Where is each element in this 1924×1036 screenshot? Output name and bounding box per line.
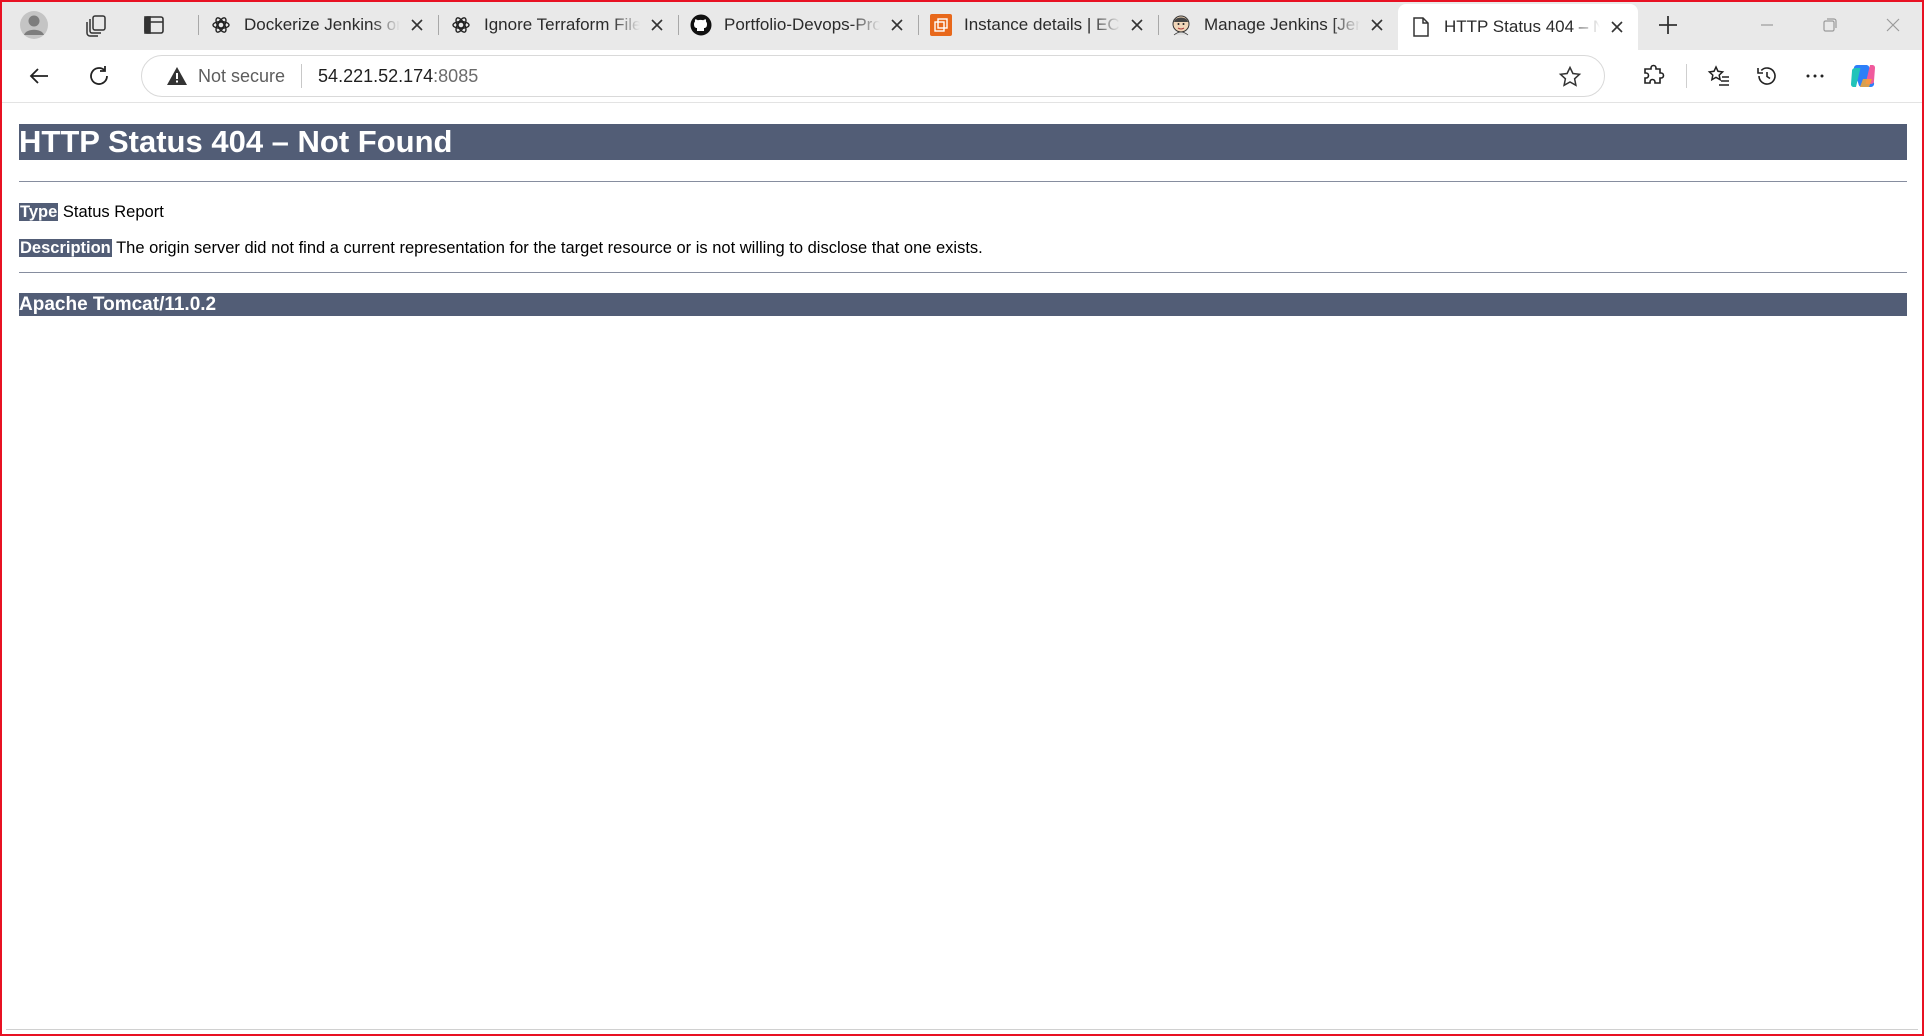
minimize-button[interactable]	[1735, 0, 1798, 50]
chatgpt-icon	[210, 14, 232, 36]
description-label: Description	[19, 239, 112, 257]
page-content: HTTP Status 404 – Not Found Type Status …	[19, 124, 1907, 316]
back-button[interactable]	[17, 54, 61, 98]
vertical-tabs-button[interactable]	[132, 5, 176, 45]
divider	[19, 181, 1907, 182]
divider	[19, 272, 1907, 273]
divider	[301, 64, 303, 88]
chatgpt-icon	[450, 14, 472, 36]
type-row: Type Status Report	[19, 202, 1907, 222]
tab-http-status-404[interactable]: HTTP Status 404 – Nc	[1398, 4, 1638, 50]
profile-icon	[20, 11, 48, 39]
tab-manage-jenkins[interactable]: Manage Jenkins [Jenk	[1158, 5, 1398, 45]
warning-icon[interactable]	[166, 65, 188, 87]
close-icon[interactable]	[646, 14, 668, 36]
close-icon	[1886, 18, 1899, 32]
toolbar-divider	[0, 102, 1924, 103]
close-icon[interactable]	[1126, 14, 1148, 36]
favorite-star-icon[interactable]	[1558, 65, 1582, 89]
puzzle-icon	[1644, 64, 1665, 84]
history-icon	[1757, 67, 1776, 85]
close-icon[interactable]	[1606, 16, 1628, 38]
workspaces-icon	[86, 15, 106, 37]
favorites-button[interactable]	[1695, 54, 1743, 98]
workspaces-button[interactable]	[74, 5, 118, 45]
address-bar[interactable]: Not secure 54.221.52.174:8085	[141, 55, 1605, 97]
divider	[1686, 64, 1687, 88]
refresh-button[interactable]	[77, 54, 121, 98]
close-icon[interactable]	[406, 14, 428, 36]
url-host: 54.221.52.174	[318, 65, 434, 86]
navigation-toolbar: Not secure 54.221.52.174:8085	[0, 50, 1924, 102]
copilot-button[interactable]	[1839, 54, 1887, 98]
profile-button[interactable]	[12, 5, 56, 45]
security-status[interactable]: Not secure	[198, 66, 285, 87]
page-bottom-border	[6, 1029, 1918, 1030]
browser-tools	[1630, 50, 1887, 102]
page-title: HTTP Status 404 – Not Found	[19, 124, 1907, 160]
type-value: Status Report	[62, 203, 164, 221]
restore-icon	[1822, 18, 1837, 32]
type-label: Type	[19, 203, 59, 221]
tab-title: Manage Jenkins [Jenk	[1204, 15, 1360, 34]
tab-title: Ignore Terraform Files	[484, 15, 640, 34]
refresh-icon	[90, 66, 108, 85]
close-window-button[interactable]	[1861, 0, 1924, 50]
copilot-icon	[1851, 65, 1875, 87]
close-icon[interactable]	[886, 14, 908, 36]
tab-instance-details[interactable]: Instance details | EC2	[918, 5, 1158, 45]
description-value: The origin server did not find a current…	[116, 239, 983, 257]
tab-portfolio-devops[interactable]: Portfolio-Devops-Pro	[678, 5, 918, 45]
plus-icon	[1659, 16, 1677, 34]
tab-title: Dockerize Jenkins on	[244, 15, 400, 34]
url-text[interactable]: 54.221.52.174:8085	[318, 66, 478, 87]
close-icon[interactable]	[1366, 14, 1388, 36]
jenkins-icon	[1170, 14, 1192, 36]
tab-dockerize-jenkins[interactable]: Dockerize Jenkins on	[198, 5, 438, 45]
minimize-icon	[1760, 24, 1773, 26]
tab-title: Instance details | EC2	[964, 15, 1120, 34]
back-arrow-icon	[29, 68, 48, 84]
aws-ec2-icon	[930, 14, 952, 36]
server-footer: Apache Tomcat/11.0.2	[19, 293, 1907, 316]
tab-strip: Dockerize Jenkins on Ignore Terraform Fi…	[0, 0, 1924, 50]
vertical-tabs-icon	[144, 16, 164, 34]
tab-title: HTTP Status 404 – Nc	[1444, 17, 1600, 36]
url-port: :8085	[433, 65, 479, 86]
history-button[interactable]	[1743, 54, 1791, 98]
restore-button[interactable]	[1798, 0, 1861, 50]
new-tab-button[interactable]	[1644, 5, 1692, 45]
ellipsis-icon	[1806, 74, 1824, 78]
extensions-button[interactable]	[1630, 54, 1678, 98]
more-options-button[interactable]	[1791, 54, 1839, 98]
window-controls	[1735, 0, 1924, 50]
description-row: Description The origin server did not fi…	[19, 238, 1907, 258]
favorites-list-icon	[1707, 65, 1729, 86]
github-icon	[690, 14, 712, 36]
tab-title: Portfolio-Devops-Pro	[724, 15, 880, 34]
page-icon	[1410, 16, 1432, 38]
tab-ignore-terraform[interactable]: Ignore Terraform Files	[438, 5, 678, 45]
